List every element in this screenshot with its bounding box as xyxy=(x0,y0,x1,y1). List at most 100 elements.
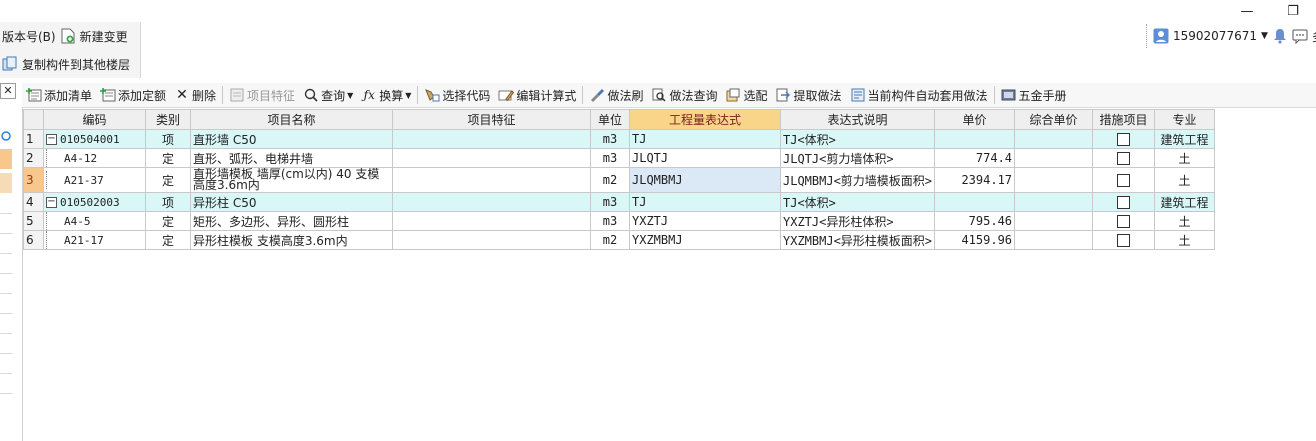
cell-measure[interactable] xyxy=(1092,129,1156,149)
cell-code[interactable]: −010502003 xyxy=(43,192,146,212)
cell-major[interactable]: 土 xyxy=(1154,230,1216,250)
cell-unit[interactable]: m3 xyxy=(590,148,630,168)
chevron-down-icon[interactable]: ▼ xyxy=(1261,31,1268,41)
cell-expression[interactable]: YXZMBMJ xyxy=(629,230,781,250)
cell-name[interactable]: 直形墙模板 墙厚(cm以内) 40 支模高度3.6m内 xyxy=(190,167,393,193)
col-header-expression[interactable]: 工程量表达式 xyxy=(629,109,781,130)
table-row[interactable]: 5 A4-5 定 矩形、多边形、异形、圆形柱 m3 YXZTJ YXZTJ<异形… xyxy=(23,211,1216,231)
cell-total-price[interactable] xyxy=(1014,230,1094,250)
add-quota-button[interactable]: 添加定额 xyxy=(96,84,170,106)
row-number[interactable]: 6 xyxy=(23,230,44,250)
measure-checkbox[interactable] xyxy=(1117,152,1131,165)
cell-type[interactable]: 定 xyxy=(145,211,191,231)
cell-code[interactable]: A4-5 xyxy=(43,211,146,231)
cell-unit-price[interactable] xyxy=(934,192,1016,212)
col-header-unit[interactable]: 单位 xyxy=(590,109,630,130)
cell-major[interactable]: 土 xyxy=(1154,211,1216,231)
cell-unit-price[interactable]: 2394.17 xyxy=(934,167,1016,193)
cell-expression[interactable]: JLQMBMJ xyxy=(629,167,781,193)
version-menu[interactable]: 版本号(B) 新建变更 xyxy=(2,24,128,48)
measure-checkbox[interactable] xyxy=(1117,174,1131,187)
cell-expression-desc[interactable]: JLQTJ<剪力墙体积> xyxy=(779,148,936,168)
col-header-code[interactable]: 编码 xyxy=(43,109,146,130)
cell-feature[interactable] xyxy=(392,230,591,250)
col-header-expression-desc[interactable]: 表达式说明 xyxy=(779,109,936,130)
cell-measure[interactable] xyxy=(1092,192,1156,212)
table-row[interactable]: 6 A21-17 定 异形柱模板 支模高度3.6m内 m2 YXZMBMJ YX… xyxy=(23,230,1216,250)
cell-name[interactable]: 直形、弧形、电梯井墙 xyxy=(190,148,393,168)
cell-unit[interactable]: m2 xyxy=(590,167,630,193)
add-list-button[interactable]: 添加清单 xyxy=(22,84,96,106)
cell-name[interactable]: 矩形、多边形、异形、圆形柱 xyxy=(190,211,393,231)
cell-name[interactable]: 直形墙 C50 xyxy=(190,129,393,149)
collapse-icon[interactable]: − xyxy=(46,196,57,208)
cell-unit-price[interactable]: 795.46 xyxy=(934,211,1016,231)
cell-measure[interactable] xyxy=(1092,167,1156,193)
cell-name[interactable]: 异形柱模板 支模高度3.6m内 xyxy=(190,230,393,250)
left-panel-row[interactable] xyxy=(0,173,12,193)
cell-type[interactable]: 定 xyxy=(145,167,191,193)
table-row[interactable]: 2 A4-12 定 直形、弧形、电梯井墙 m3 JLQTJ JLQTJ<剪力墙体… xyxy=(23,148,1216,168)
cell-total-price[interactable] xyxy=(1014,167,1094,193)
measure-checkbox[interactable] xyxy=(1117,215,1131,228)
cell-unit[interactable]: m2 xyxy=(590,230,630,250)
cell-feature[interactable] xyxy=(392,192,591,212)
cell-expression[interactable]: TJ xyxy=(629,129,781,149)
cell-type[interactable]: 定 xyxy=(145,230,191,250)
method-brush-button[interactable]: 做法刷 xyxy=(585,84,647,106)
cell-feature[interactable] xyxy=(392,129,591,149)
table-row[interactable]: 1 −010504001 项 直形墙 C50 m3 TJ TJ<体积> 建筑工程 xyxy=(23,129,1216,149)
cell-unit[interactable]: m3 xyxy=(590,192,630,212)
table-row[interactable]: 4 −010502003 项 异形柱 C50 m3 TJ TJ<体积> 建筑工程 xyxy=(23,192,1216,212)
close-icon[interactable]: ✕ xyxy=(0,83,16,99)
col-header-measure[interactable]: 措施项目 xyxy=(1092,109,1156,130)
measure-checkbox[interactable] xyxy=(1117,133,1131,146)
col-header-unit-price[interactable]: 单价 xyxy=(934,109,1016,130)
collapse-icon[interactable]: − xyxy=(46,133,57,145)
cell-type[interactable]: 项 xyxy=(145,192,191,212)
cell-total-price[interactable] xyxy=(1014,192,1094,212)
delete-button[interactable]: ✕ 删除 xyxy=(170,84,220,106)
cell-code[interactable]: A21-37 xyxy=(43,167,146,193)
cell-expression-desc[interactable]: TJ<体积> xyxy=(779,129,936,149)
cell-unit-price[interactable] xyxy=(934,129,1016,149)
col-header-type[interactable]: 类别 xyxy=(145,109,191,130)
hardware-manual-button[interactable]: 五金手册 xyxy=(997,84,1071,106)
select-match-button[interactable]: 选配 xyxy=(721,84,771,106)
cell-name[interactable]: 异形柱 C50 xyxy=(190,192,393,212)
copy-component-button[interactable]: 复制构件到其他楼层 xyxy=(2,52,130,76)
cell-type[interactable]: 项 xyxy=(145,129,191,149)
row-number[interactable]: 5 xyxy=(23,211,44,231)
cell-expression[interactable]: TJ xyxy=(629,192,781,212)
cell-major[interactable]: 建筑工程 xyxy=(1154,192,1216,212)
cell-feature[interactable] xyxy=(392,211,591,231)
cell-unit-price[interactable]: 774.4 xyxy=(934,148,1016,168)
cell-expression-desc[interactable]: TJ<体积> xyxy=(779,192,936,212)
cell-code[interactable]: A21-17 xyxy=(43,230,146,250)
left-panel-search-icon[interactable] xyxy=(0,127,12,145)
cell-type[interactable]: 定 xyxy=(145,148,191,168)
col-header-major[interactable]: 专业 xyxy=(1154,109,1216,130)
cell-major[interactable]: 建筑工程 xyxy=(1154,129,1216,149)
edit-formula-button[interactable]: 编辑计算式 xyxy=(494,84,580,106)
left-panel-selected-row[interactable] xyxy=(0,149,12,169)
cell-expression-desc[interactable]: YXZTJ<异形柱体积> xyxy=(779,211,936,231)
cell-expression-desc[interactable]: JLQMBMJ<剪力墙模板面积> xyxy=(779,167,936,193)
measure-checkbox[interactable] xyxy=(1117,196,1131,209)
row-number[interactable]: 4 xyxy=(23,192,44,212)
cell-unit[interactable]: m3 xyxy=(590,211,630,231)
message-icon[interactable] xyxy=(1292,28,1308,44)
method-query-button[interactable]: 做法查询 xyxy=(647,84,721,106)
new-change-button[interactable]: 新建变更 xyxy=(80,28,128,45)
restore-button[interactable]: ❐ xyxy=(1270,0,1316,22)
cell-unit-price[interactable]: 4159.96 xyxy=(934,230,1016,250)
user-phone[interactable]: 15902077671 xyxy=(1173,29,1257,43)
cell-measure[interactable] xyxy=(1092,148,1156,168)
cell-total-price[interactable] xyxy=(1014,129,1094,149)
row-number[interactable]: 2 xyxy=(23,148,44,168)
cell-unit[interactable]: m3 xyxy=(590,129,630,149)
cell-expression[interactable]: JLQTJ xyxy=(629,148,781,168)
auto-apply-method-button[interactable]: 当前构件自动套用做法 xyxy=(846,84,992,106)
cell-feature[interactable] xyxy=(392,167,591,193)
select-code-button[interactable]: 选择代码 xyxy=(420,84,494,106)
